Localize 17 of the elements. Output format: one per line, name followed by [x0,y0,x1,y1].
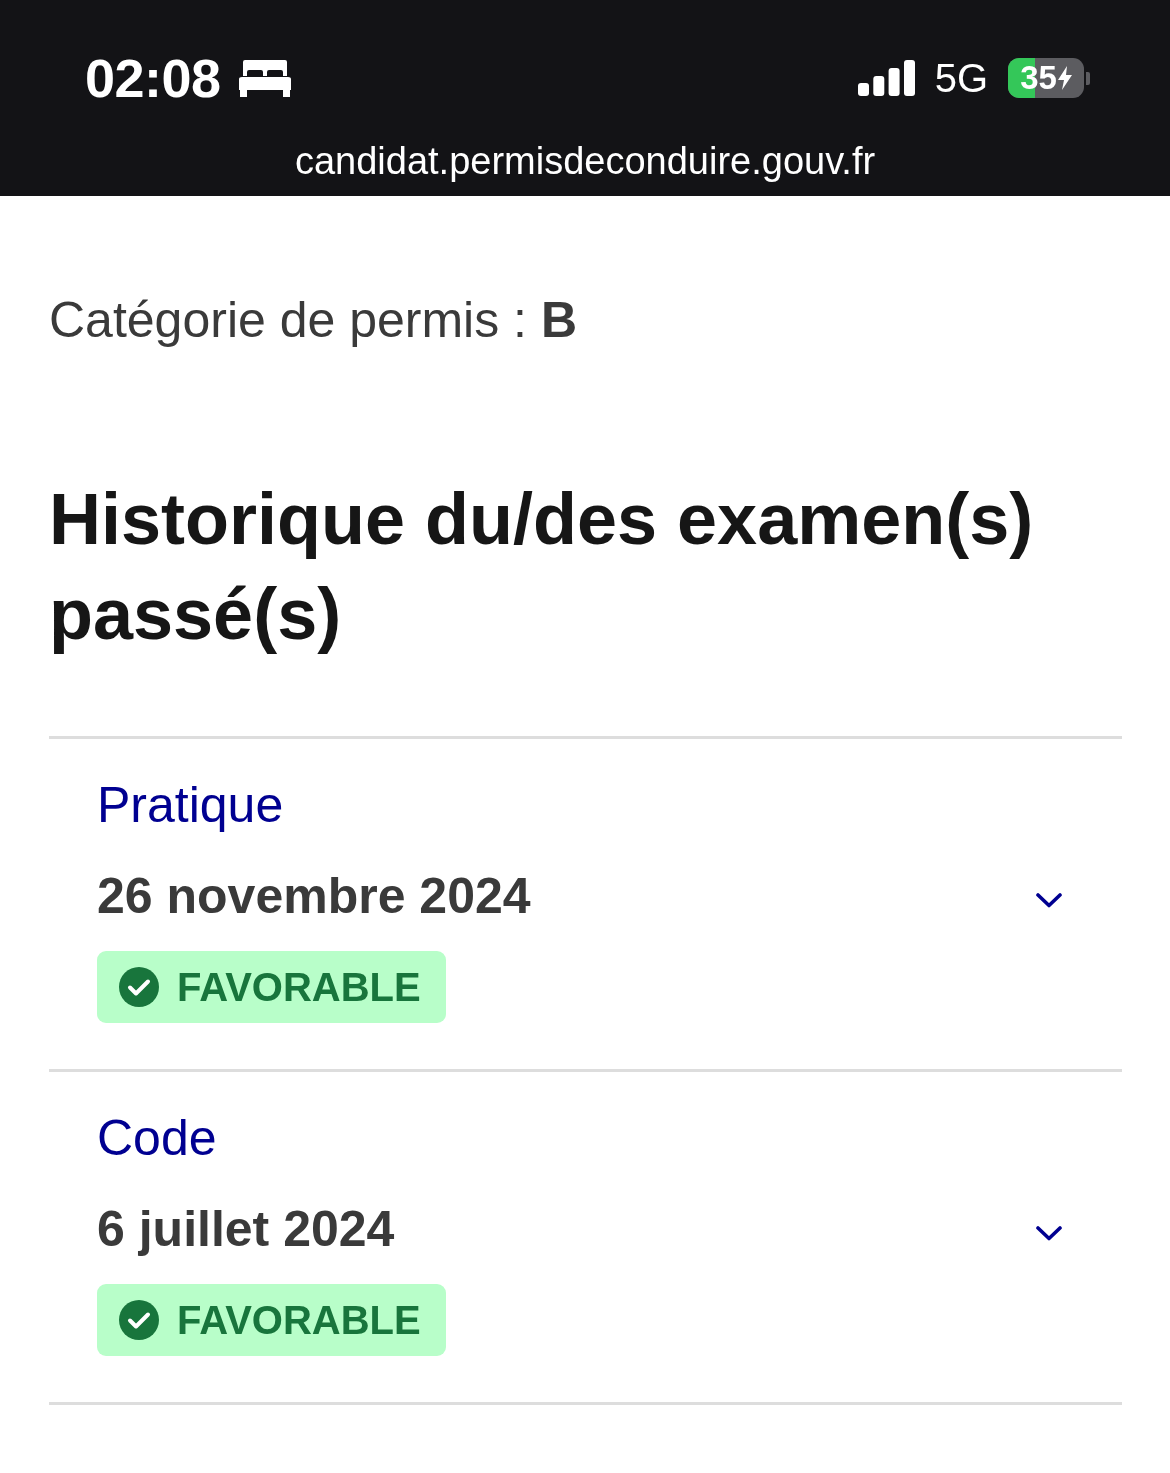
chevron-icon[interactable] [1036,892,1062,908]
exam-date: 6 juillet 2024 [97,1200,395,1259]
check-circle-icon [119,967,159,1007]
bed-icon [238,59,291,97]
exam-date: 26 novembre 2024 [97,867,531,926]
result-label: FAVORABLE [177,965,421,1009]
signal-icon [857,60,915,96]
exam-type: Pratique [97,776,285,835]
check-circle-icon [119,1300,159,1340]
clock-time: 02:08 [85,50,221,106]
result-label: FAVORABLE [177,1298,421,1342]
exam-type: Code [97,1109,218,1168]
chevron-icon[interactable] [1036,1225,1062,1241]
network-type: 5G [934,56,988,100]
url-text[interactable]: candidat.permisdeconduire.gouv.fr [294,140,876,182]
license-category-text: Catégorie de permis : B [49,291,578,350]
page-heading: Historique du/des examen(s) passé(s) [49,478,1035,656]
